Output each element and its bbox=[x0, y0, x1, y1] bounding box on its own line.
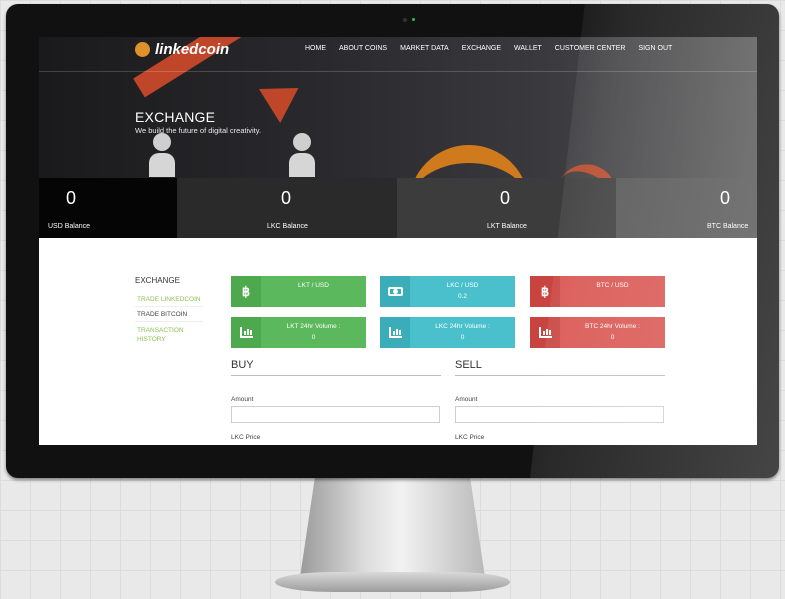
lkc-balance: 0 LKC Balance bbox=[177, 178, 397, 238]
usd-balance: 0 USD Balance bbox=[39, 178, 177, 238]
logo[interactable]: linkedcoin bbox=[135, 41, 229, 58]
buy-title: BUY bbox=[231, 359, 254, 371]
sell-price-label: LKC Price bbox=[455, 434, 485, 441]
page-title: EXCHANGE bbox=[135, 109, 216, 125]
webcam-led bbox=[412, 18, 415, 21]
card-title: BTC 24hr Volume : bbox=[585, 323, 640, 330]
btc-volume-card: BTC 24hr Volume : 0 bbox=[530, 317, 665, 348]
card-value: 0 bbox=[311, 334, 316, 341]
lkt-balance: 0 LKT Balance bbox=[397, 178, 616, 238]
sidebar-divider bbox=[135, 321, 203, 322]
sidebar-item-trade-linkedcoin[interactable]: TRADE LINKEDCOIN bbox=[137, 296, 201, 303]
main-content: EXCHANGE TRADE LINKEDCOIN TRADE BITCOIN … bbox=[39, 238, 757, 445]
hero-arrow-head bbox=[258, 71, 310, 123]
lkt-balance-value: 0 bbox=[500, 188, 511, 208]
hero-banner: linkedcoin HOME ABOUT COINS MARKET DATA … bbox=[39, 37, 757, 178]
webcam bbox=[403, 18, 407, 22]
nav-sign-out[interactable]: SIGN OUT bbox=[638, 45, 672, 52]
sell-title: SELL bbox=[455, 359, 482, 371]
sidebar-item-history[interactable]: HISTORY bbox=[137, 336, 166, 343]
lkc-balance-value: 0 bbox=[281, 188, 292, 208]
balance-bar: 0 USD Balance 0 LKC Balance 0 LKT Balanc… bbox=[39, 178, 757, 238]
monitor-stand-neck bbox=[300, 478, 485, 578]
sell-amount-input[interactable] bbox=[455, 406, 664, 423]
card-value: 0.2 bbox=[457, 293, 468, 300]
hero-arc-graphic bbox=[409, 145, 529, 178]
buy-amount-input[interactable] bbox=[231, 406, 440, 423]
lkc-volume-card: LKC 24hr Volume : 0 bbox=[380, 317, 515, 348]
btc-usd-card: ฿ BTC / USD bbox=[530, 276, 665, 307]
logo-text: linkedcoin bbox=[155, 41, 230, 58]
buy-divider bbox=[231, 375, 441, 376]
btc-balance: 0 BTC Balance bbox=[616, 178, 757, 238]
card-title: LKT / USD bbox=[298, 282, 329, 289]
btc-balance-value: 0 bbox=[720, 188, 731, 208]
money-icon bbox=[380, 276, 410, 307]
sidebar-item-transaction[interactable]: TRANSACTION bbox=[137, 327, 184, 334]
buy-price-label: LKC Price bbox=[231, 434, 261, 441]
sidebar-item-trade-bitcoin[interactable]: TRADE BITCOIN bbox=[137, 311, 187, 318]
lkt-usd-card: ฿ LKT / USD bbox=[231, 276, 366, 307]
page-subtitle: We build the future of digital creativit… bbox=[135, 126, 262, 135]
sidebar-title: EXCHANGE bbox=[135, 276, 180, 285]
nav-customer-center[interactable]: CUSTOMER CENTER bbox=[555, 45, 626, 52]
hero-arc-graphic-2 bbox=[550, 153, 628, 178]
person-figure bbox=[149, 133, 175, 177]
sidebar-divider bbox=[135, 306, 203, 307]
top-nav: HOME ABOUT COINS MARKET DATA EXCHANGE WA… bbox=[305, 45, 685, 52]
bar-chart-icon bbox=[380, 317, 410, 348]
bitcoin-icon: ฿ bbox=[231, 276, 261, 307]
card-value: 0 bbox=[460, 334, 465, 341]
bar-chart-icon bbox=[530, 317, 560, 348]
bitcoin-icon: ฿ bbox=[530, 276, 560, 307]
screen: linkedcoin HOME ABOUT COINS MARKET DATA … bbox=[39, 37, 757, 445]
lkt-volume-card: LKT 24hr Volume : 0 bbox=[231, 317, 366, 348]
card-title: LKC / USD bbox=[446, 282, 479, 289]
card-title: LKT 24hr Volume : bbox=[286, 323, 341, 330]
usd-balance-label: USD Balance bbox=[48, 223, 91, 230]
nav-market-data[interactable]: MARKET DATA bbox=[400, 45, 449, 52]
btc-balance-label: BTC Balance bbox=[707, 223, 749, 230]
sell-divider bbox=[455, 375, 665, 376]
buy-amount-label: Amount bbox=[231, 396, 254, 403]
lkt-balance-label: LKT Balance bbox=[487, 223, 527, 230]
sell-amount-label: Amount bbox=[455, 396, 478, 403]
card-value: 0 bbox=[610, 334, 615, 341]
monitor-stand-base bbox=[275, 572, 510, 592]
bar-chart-icon bbox=[231, 317, 261, 348]
usd-balance-value: 0 bbox=[66, 188, 77, 208]
lkc-usd-card: LKC / USD 0.2 bbox=[380, 276, 515, 307]
nav-wallet[interactable]: WALLET bbox=[514, 45, 542, 52]
card-title: LKC 24hr Volume : bbox=[435, 323, 490, 330]
lkc-balance-label: LKC Balance bbox=[267, 223, 308, 230]
person-figure bbox=[289, 133, 315, 177]
nav-divider bbox=[39, 71, 757, 72]
card-title: BTC / USD bbox=[596, 282, 629, 289]
nav-exchange[interactable]: EXCHANGE bbox=[462, 45, 501, 52]
monitor-bezel: linkedcoin HOME ABOUT COINS MARKET DATA … bbox=[6, 4, 779, 478]
nav-home[interactable]: HOME bbox=[305, 45, 326, 52]
coin-logo-icon bbox=[135, 42, 150, 57]
nav-about-coins[interactable]: ABOUT COINS bbox=[339, 45, 387, 52]
